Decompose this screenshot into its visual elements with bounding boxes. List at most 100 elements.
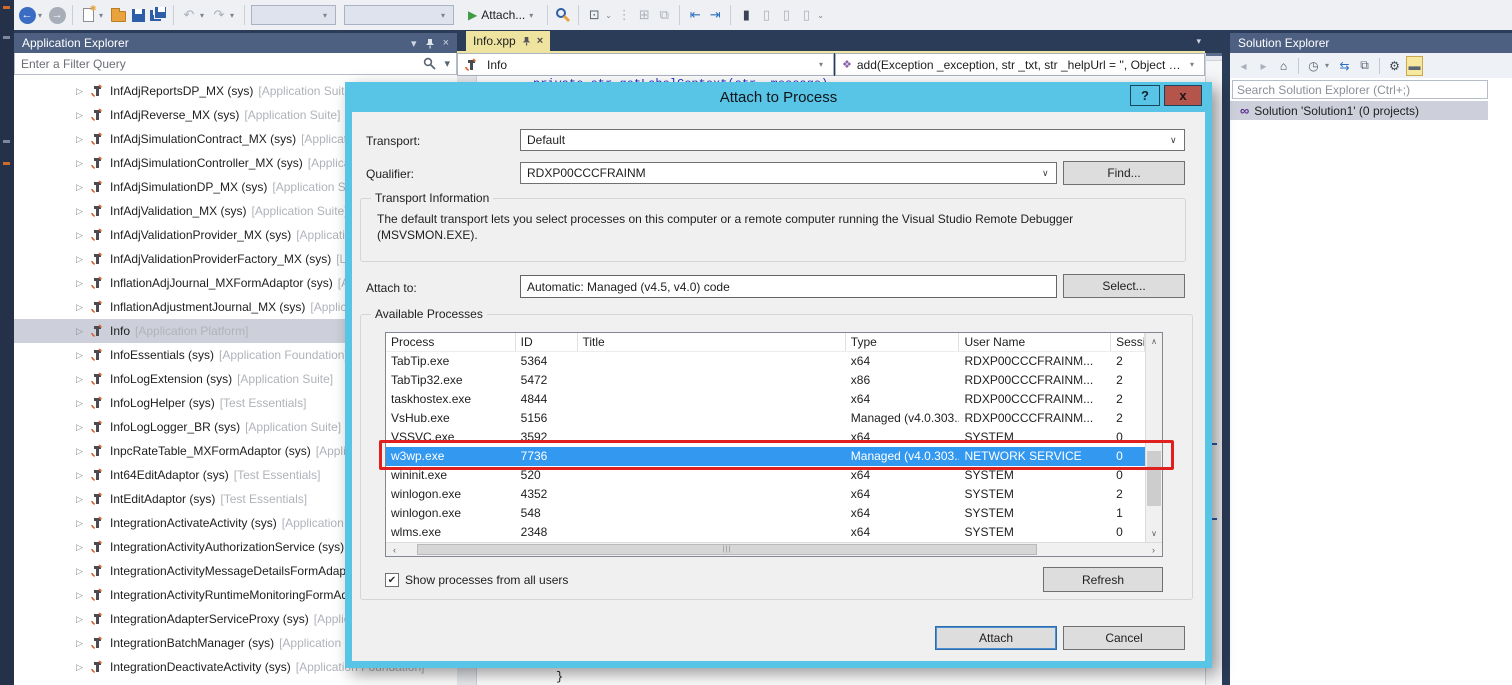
expand-chevron-icon[interactable]: ▷ — [76, 662, 90, 673]
undo-caret-icon[interactable]: ▾ — [200, 11, 208, 20]
preview-selected-items-toggle[interactable]: ▬ — [1406, 56, 1423, 76]
next-bookmark-button[interactable]: ▯ — [777, 3, 795, 27]
expand-chevron-icon[interactable]: ▷ — [76, 302, 90, 313]
member-dropdown[interactable]: ❖ add(Exception _exception, str _txt, st… — [835, 53, 1205, 76]
close-icon[interactable]: × — [443, 37, 449, 49]
toolbar-combobox-2[interactable]: ▾ — [344, 5, 454, 25]
window-layout-button[interactable]: ⊡ — [585, 3, 603, 27]
solution-search-input[interactable] — [1237, 83, 1483, 97]
select-button[interactable]: Select... — [1063, 274, 1185, 298]
refresh-button[interactable]: Refresh — [1043, 567, 1163, 592]
toolbar-overflow-icon[interactable]: ⌄ — [817, 11, 825, 20]
navigate-forward-button[interactable]: → — [48, 3, 66, 27]
start-debug-attach-button[interactable]: ▶ Attach... ▾ — [464, 3, 541, 27]
dialog-titlebar[interactable]: Attach to Process ? x — [345, 82, 1212, 112]
process-row[interactable]: taskhostex.exe4844x64RDXP00CCCFRAINM...2 — [386, 390, 1145, 409]
expand-chevron-icon[interactable]: ▷ — [76, 614, 90, 625]
expand-chevron-icon[interactable]: ▷ — [76, 638, 90, 649]
pending-changes-filter-button[interactable]: ◷ — [1305, 56, 1322, 76]
redo-caret-icon[interactable]: ▾ — [230, 11, 238, 20]
copy-button[interactable]: ⧉ — [655, 3, 673, 27]
expand-chevron-icon[interactable]: ▷ — [76, 398, 90, 409]
toolbar-drag-handle[interactable]: ⋮ — [615, 3, 633, 27]
filter-query-input[interactable] — [21, 57, 415, 71]
expand-chevron-icon[interactable]: ▷ — [76, 446, 90, 457]
save-all-button[interactable] — [149, 3, 167, 27]
close-tab-icon[interactable]: × — [537, 35, 543, 47]
open-file-button[interactable] — [109, 3, 127, 27]
find-in-files-button[interactable] — [554, 3, 572, 27]
solution-node[interactable]: ∞ Solution 'Solution1' (0 projects) — [1230, 101, 1488, 120]
home-button[interactable]: ⌂ — [1275, 56, 1292, 76]
expand-chevron-icon[interactable]: ▷ — [76, 110, 90, 121]
combo-caret-icon[interactable]: ∨ — [1170, 135, 1178, 146]
checkbox-checked-icon[interactable]: ✔ — [385, 573, 399, 587]
process-row[interactable]: winlogon.exe4352x64SYSTEM2 — [386, 485, 1145, 504]
pin-icon[interactable] — [522, 36, 531, 46]
qualifier-combobox[interactable]: RDXP00CCCFRAINM ∨ — [520, 162, 1057, 184]
toggle-bookmark-button[interactable]: ▮ — [737, 3, 755, 27]
expand-chevron-icon[interactable]: ▷ — [76, 182, 90, 193]
combo-caret-icon[interactable]: ∨ — [1042, 168, 1050, 179]
expand-chevron-icon[interactable]: ▷ — [76, 158, 90, 169]
redo-button[interactable]: ↷ — [210, 3, 228, 27]
expand-chevron-icon[interactable]: ▷ — [76, 518, 90, 529]
expand-chevron-icon[interactable]: ▷ — [76, 134, 90, 145]
indent-increase-button[interactable]: ⇥ — [706, 3, 724, 27]
process-row[interactable]: wlms.exe2348x64SYSTEM0 — [386, 523, 1145, 542]
new-item-caret-icon[interactable]: ▾ — [99, 11, 107, 20]
process-row[interactable]: TabTip.exe5364x64RDXP00CCCFRAINM...2 — [386, 352, 1145, 371]
process-row[interactable]: TabTip32.exe5472x86RDXP00CCCFRAINM...2 — [386, 371, 1145, 390]
column-header-process[interactable]: Process — [386, 333, 516, 351]
undo-button[interactable]: ↶ — [180, 3, 198, 27]
table-horizontal-scrollbar[interactable]: ‹ ||| › — [386, 542, 1162, 556]
expand-chevron-icon[interactable]: ▷ — [76, 254, 90, 265]
expand-chevron-icon[interactable]: ▷ — [76, 206, 90, 217]
show-all-users-checkbox-row[interactable]: ✔ Show processes from all users — [385, 573, 568, 587]
solution-search-box[interactable] — [1232, 80, 1488, 99]
new-item-button[interactable] — [79, 3, 97, 27]
search-options-caret-icon[interactable]: ▾ — [444, 57, 450, 70]
column-header-title[interactable]: Title — [578, 333, 846, 351]
expand-chevron-icon[interactable]: ▷ — [76, 566, 90, 577]
search-icon[interactable] — [423, 57, 436, 70]
expand-chevron-icon[interactable]: ▷ — [76, 230, 90, 241]
toolbar-combobox-1[interactable]: ▾ — [251, 5, 336, 25]
scroll-down-icon[interactable]: ∨ — [1146, 525, 1162, 542]
navigate-back-button[interactable]: ← — [18, 3, 36, 27]
column-header-type[interactable]: Type — [846, 333, 960, 351]
find-button[interactable]: Find... — [1063, 161, 1185, 185]
process-row[interactable]: winlogon.exe548x64SYSTEM1 — [386, 504, 1145, 523]
process-row[interactable]: VsHub.exe5156Managed (v4.0.303...RDXP00C… — [386, 409, 1145, 428]
scrollbar-thumb[interactable]: ||| — [417, 544, 1037, 555]
document-tab-infoxpp[interactable]: Info.xpp × — [466, 31, 550, 51]
properties-wrench-button[interactable]: ⚙ — [1386, 56, 1403, 76]
filter-caret-icon[interactable]: ▾ — [1325, 61, 1333, 70]
sync-with-active-document-button[interactable]: ⇆ — [1336, 56, 1353, 76]
column-header-id[interactable]: ID — [516, 333, 578, 351]
column-header-user-name[interactable]: User Name — [959, 333, 1111, 351]
splitter-handle[interactable] — [1206, 53, 1222, 61]
cancel-button[interactable]: Cancel — [1063, 626, 1185, 650]
transport-combobox[interactable]: Default ∨ — [520, 129, 1185, 151]
collapse-all-button[interactable]: ⧉ — [1356, 56, 1373, 76]
clear-bookmarks-button[interactable]: ▯ — [797, 3, 815, 27]
solution-explorer-titlebar[interactable]: Solution Explorer — [1230, 33, 1512, 53]
type-dropdown[interactable]: Info ▾ — [457, 53, 834, 76]
document-list-caret-icon[interactable]: ▾ — [1196, 36, 1201, 47]
window-position-caret-icon[interactable]: ▾ — [411, 37, 417, 50]
expand-chevron-icon[interactable]: ▷ — [76, 422, 90, 433]
expand-chevron-icon[interactable]: ▷ — [76, 350, 90, 361]
expand-chevron-icon[interactable]: ▷ — [76, 470, 90, 481]
window-layout-caret-icon[interactable]: ⌄ — [605, 11, 613, 20]
scroll-right-icon[interactable]: › — [1145, 543, 1162, 556]
attach-button[interactable]: Attach — [935, 626, 1057, 650]
expand-chevron-icon[interactable]: ▷ — [76, 86, 90, 97]
pin-icon[interactable] — [425, 38, 435, 49]
column-header-session[interactable]: Session — [1111, 333, 1145, 351]
indent-decrease-button[interactable]: ⇤ — [686, 3, 704, 27]
forward-button[interactable]: ▸ — [1255, 56, 1272, 76]
table-vertical-scrollbar[interactable]: ∧ ∨ — [1145, 333, 1162, 542]
expand-chevron-icon[interactable]: ▷ — [76, 278, 90, 289]
expand-chevron-icon[interactable]: ▷ — [76, 326, 90, 337]
